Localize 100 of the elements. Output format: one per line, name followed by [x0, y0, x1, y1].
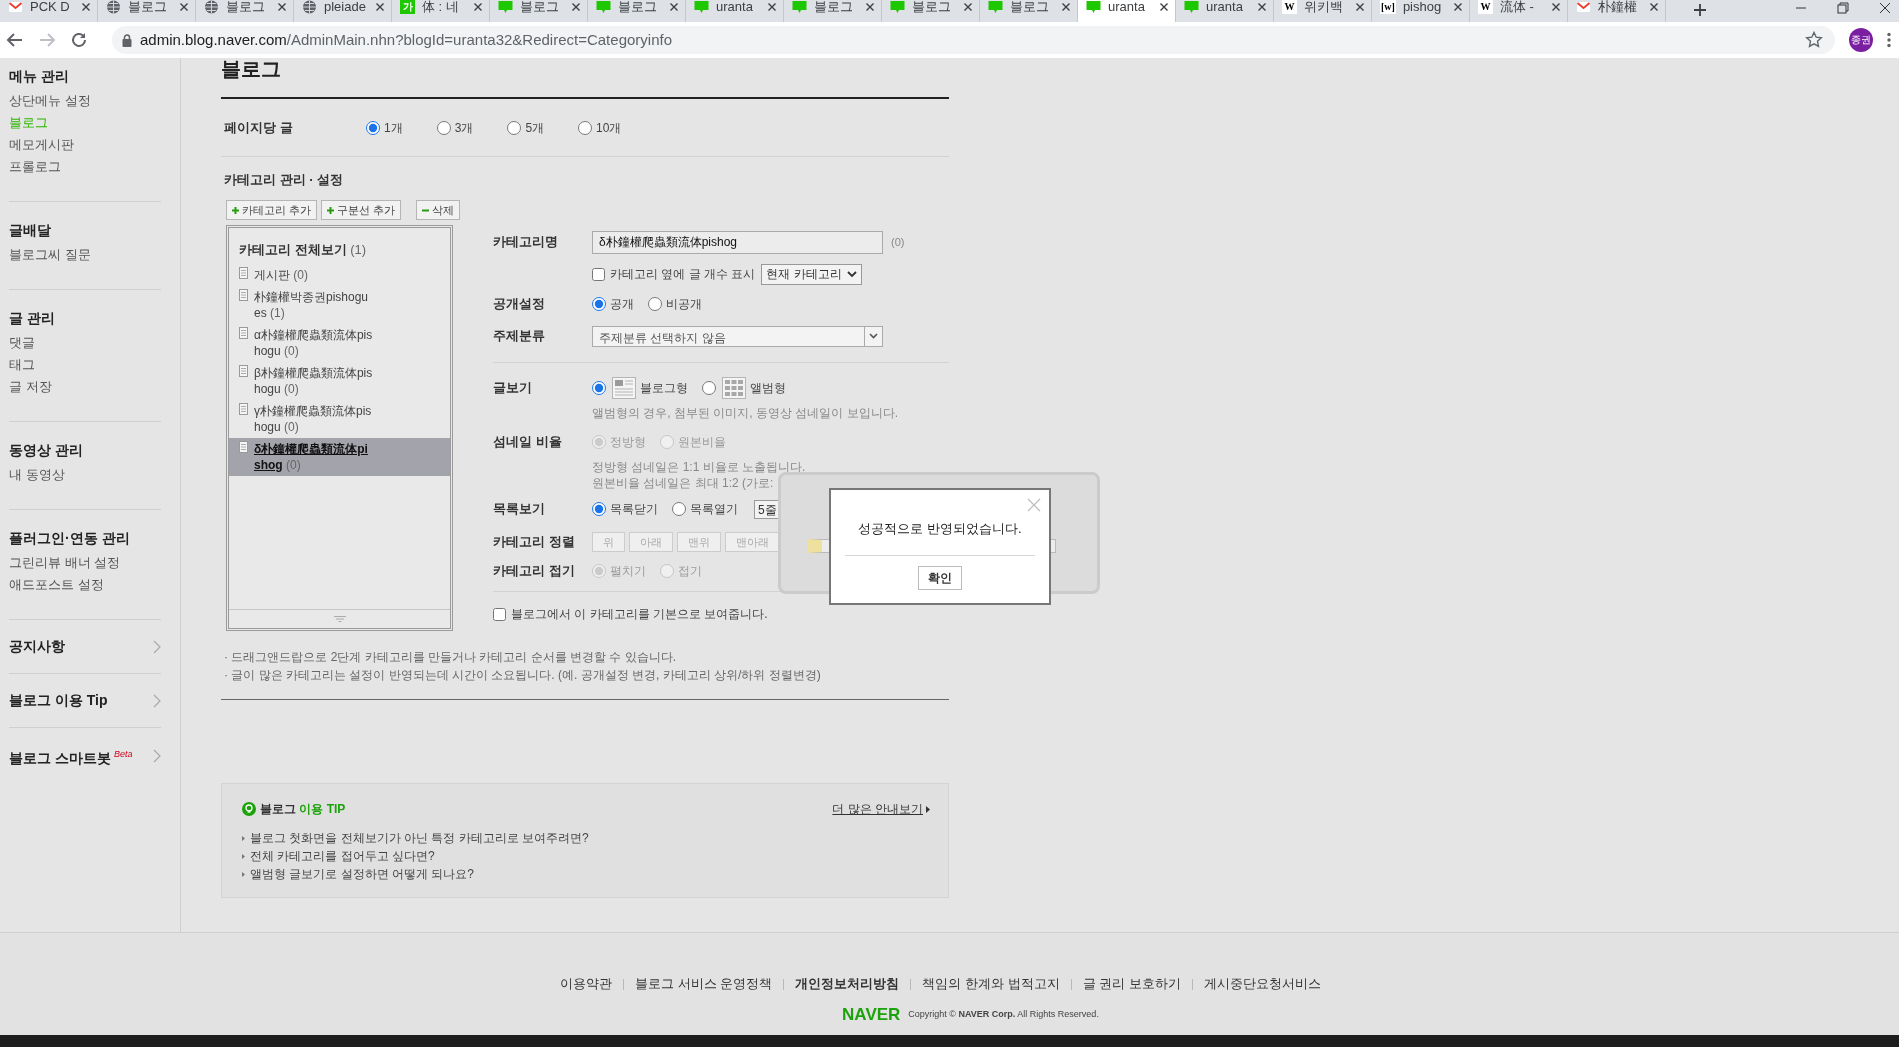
name-field[interactable]: δ朴鐘權爬蟲類流体pishog: [592, 230, 883, 254]
field-label: 카테고리 정렬: [493, 533, 576, 552]
sidebar-link[interactable]: 블로그 스마트봇 $^{Beta}$: [9, 728, 161, 785]
field-label: 주제분류: [493, 327, 546, 346]
address-bar[interactable]: admin.blog.naver.com/AdminMain.nhn?blogId=uranta32&Redirect=Categoryinfo: [112, 26, 1835, 54]
category-item[interactable]: β朴鐘權爬蟲類流体pishogu (0): [229, 361, 450, 400]
footer-link[interactable]: 게시중단요청서비스: [1203, 974, 1321, 994]
section-title: 글 관리: [9, 309, 56, 328]
add-button[interactable]: 구분선 추가: [321, 200, 402, 220]
favicon: W: [1478, 0, 1493, 14]
field-label: 카테고리명: [493, 233, 559, 252]
delete-button[interactable]: 삭제: [416, 200, 461, 220]
sidebar-link[interactable]: 상단메뉴 설정: [9, 90, 161, 112]
category-item[interactable]: α朴鐘權爬蟲類流体pishogu (0): [229, 323, 450, 362]
sidebar-link[interactable]: 글 저장: [9, 376, 161, 398]
option-label: 1개: [384, 119, 403, 137]
lightbulb-icon: [242, 802, 256, 816]
radio-button[interactable]: [592, 502, 606, 516]
section-title: 메뉴 관리: [9, 67, 70, 86]
category-item[interactable]: 게시판 (0): [229, 263, 450, 286]
url-text: admin.blog.naver.com/AdminMain.nhn?blogId=uranta32&Redirect=Categoryinfo: [140, 29, 672, 50]
lock-icon: [122, 33, 132, 47]
category-item[interactable]: δ朴鐘權爬蟲類流体pishog (0): [229, 437, 450, 476]
checkbox[interactable]: [592, 267, 605, 281]
dropdown[interactable]: 주제분류 선택하지 않음: [592, 325, 883, 347]
page-title: 블로그: [221, 58, 949, 99]
radio-button[interactable]: [648, 297, 662, 311]
star-icon[interactable]: [1805, 31, 1823, 49]
speech-bubble-icon: [1086, 0, 1101, 14]
sidebar-link[interactable]: 애드포스트 설정: [9, 574, 161, 596]
checkbox[interactable]: [493, 607, 506, 621]
sidebar-link[interactable]: 프롤로그: [9, 156, 161, 178]
dialog-message: 성공적으로 반영되었습니다.: [858, 520, 1022, 538]
radio-button[interactable]: [436, 120, 451, 135]
option-label: 블로그에서 이 카테고리를 기본으로 보여줍니다.: [511, 606, 768, 623]
sidebar-link[interactable]: 그린리뷰 배너 설정: [9, 552, 161, 574]
profile-avatar[interactable]: 종권: [1849, 28, 1873, 52]
dropdown[interactable]: 현재 카테고리: [761, 263, 862, 285]
hint-text: 원본비율 섬네일은 최대 1:2 (가로:: [591, 475, 775, 491]
sidebar-link[interactable]: 댓글: [9, 332, 161, 354]
option-label: 카테고리 옆에 글 개수 표시: [610, 266, 756, 283]
restore-icon[interactable]: [1837, 2, 1849, 14]
document-icon: [239, 266, 248, 279]
speech-bubble-icon: [988, 0, 1003, 14]
sidebar-link[interactable]: 태그: [9, 354, 161, 376]
field-label: 페이지당 글: [224, 118, 294, 137]
radio-button[interactable]: [672, 502, 686, 516]
radio-button[interactable]: [366, 120, 380, 135]
sidebar-link[interactable]: 블로그 이용 Tip: [9, 674, 161, 728]
radio-button[interactable]: [507, 120, 522, 135]
tip-link[interactable]: 블로그 첫화면을 전체보기가 아닌 특정 카테고리로 보여주려면?: [250, 829, 589, 847]
radio-button[interactable]: [592, 381, 606, 395]
new-tab-icon[interactable]: [1692, 2, 1708, 18]
grid-icon: [722, 377, 746, 399]
post-count: (0): [891, 234, 905, 250]
back-icon[interactable]: [6, 31, 24, 49]
document-icon: [239, 402, 248, 415]
footer-link[interactable]: 개인정보처리방침: [795, 974, 900, 994]
plus-icon: [232, 206, 239, 214]
mail-icon: [1576, 0, 1591, 14]
speech-bubble-icon: [596, 0, 611, 14]
radio-button[interactable]: [702, 381, 716, 395]
radio-button[interactable]: [592, 297, 606, 311]
menu-icon[interactable]: [1887, 32, 1891, 48]
add-button[interactable]: 카테고리 추가: [226, 200, 318, 220]
hint-text: 정방형 섬네일은 1:1 비율로 노출됩니다.: [591, 459, 807, 475]
confirm-button[interactable]: 확인: [918, 566, 962, 590]
speech-bubble-icon: [694, 0, 709, 14]
footer-link[interactable]: 책임의 한계와 법적고지: [922, 974, 1060, 994]
reload-icon[interactable]: [70, 31, 88, 49]
chevron-right-icon: [153, 749, 161, 764]
speech-bubble-icon: [792, 0, 807, 14]
more-link[interactable]: 더 많은 안내보기: [832, 800, 930, 818]
close-icon[interactable]: [1879, 2, 1891, 14]
sidebar-link[interactable]: 내 동영상: [9, 464, 161, 486]
browser-tab[interactable]: uranta: [1078, 0, 1176, 22]
speech-bubble-icon: [1184, 0, 1199, 14]
option-label: 공개: [610, 296, 634, 313]
footer-link[interactable]: 이용약관: [560, 974, 613, 994]
chevron-right-icon: [153, 639, 161, 654]
document-icon: [239, 364, 248, 377]
bullet-icon: [242, 871, 245, 877]
footer-link[interactable]: 글 권리 보호하기: [1082, 974, 1181, 994]
section-title: 카테고리 관리 · 설정: [223, 171, 345, 189]
sidebar-link[interactable]: 공지사항: [9, 620, 161, 674]
radio-button[interactable]: [578, 120, 593, 135]
tip-title: 블로그 이용 TIP: [260, 801, 346, 818]
note-text: · 드래그앤드랍으로 2단계 카테고리를 만들거나 카테고리 순서를 변경할 수 있습니다.: [224, 649, 677, 666]
hint-text: 앨범형의 경우, 첨부된 이미지, 동영상 섬네일이 보입니다.: [591, 405, 899, 422]
tip-link[interactable]: 전체 카테고리를 접어두고 싶다면?: [250, 847, 435, 865]
option-label: 목록닫기: [610, 501, 658, 518]
sidebar-link[interactable]: 블로그씨 질문: [9, 244, 161, 266]
footer-link[interactable]: 블로그 서비스 운영정책: [635, 974, 773, 994]
favicon: 가: [400, 0, 415, 14]
copyright-text: Copyright © NAVER Corp. All Rights Reserved.: [908, 1008, 1099, 1021]
tip-link[interactable]: 앨범형 글보기로 설정하면 어떻게 되나요?: [250, 865, 474, 883]
category-item[interactable]: γ朴鐘權爬蟲類流体pishogu (0): [229, 399, 450, 438]
plus-icon: [327, 206, 335, 214]
category-item[interactable]: 朴鐘權박종권pishogues (1): [229, 285, 450, 324]
sidebar-link[interactable]: 메모게시판: [9, 134, 161, 156]
